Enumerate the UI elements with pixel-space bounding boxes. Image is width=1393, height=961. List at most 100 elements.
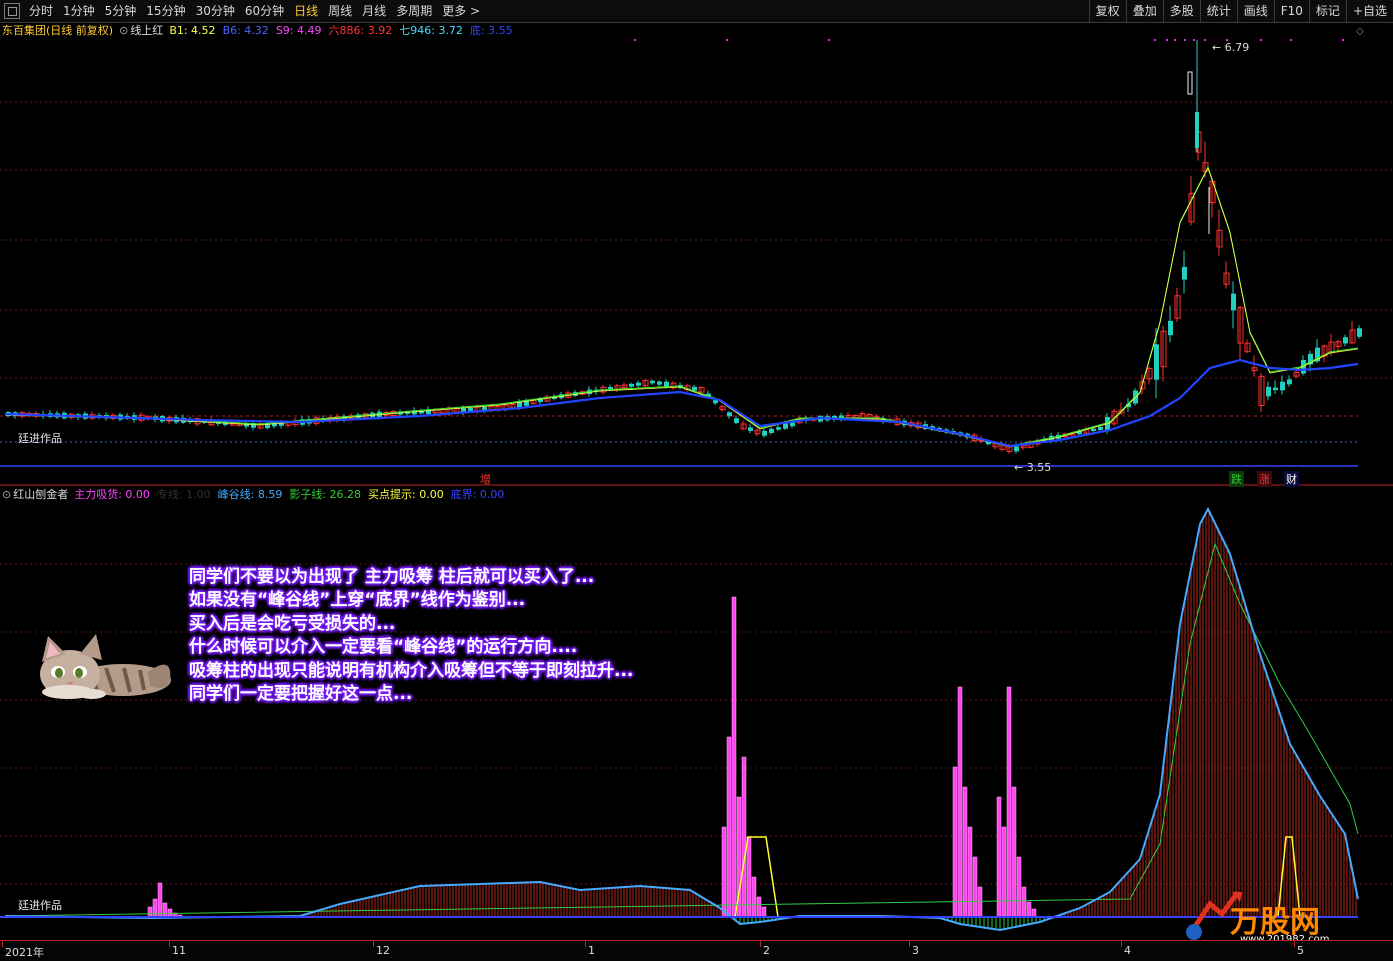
accum-bar — [1006, 686, 1012, 918]
price-chart[interactable]: ← 6.79 ← 3.55 ◇ — [0, 22, 1393, 487]
axis-label-6: 4 — [1124, 944, 1131, 957]
accum-bar — [162, 902, 168, 918]
axis-label-0: 2021年 — [5, 946, 44, 959]
period-tab-1[interactable]: 1分钟 — [58, 0, 100, 22]
scroll-up-icon: ◇ — [1356, 26, 1364, 37]
signal-dot — [1166, 39, 1168, 41]
period-tab-5[interactable]: 60分钟 — [240, 0, 289, 22]
accum-bar — [1026, 901, 1032, 918]
accum-bar — [967, 826, 973, 918]
annotation-line-1: 如果没有“峰谷线”上穿“底界”线作为鉴别... — [189, 590, 526, 611]
high-price-label: ← 6.79 — [1212, 41, 1249, 54]
annotation-line-5: 同学们一定要把握好这一点... — [189, 684, 413, 705]
toolbar-button-3[interactable]: 统计 — [1199, 0, 1237, 22]
candle-body — [1182, 266, 1187, 280]
signal-dot — [726, 39, 728, 41]
accum-bar — [721, 826, 727, 918]
candle-body — [1014, 446, 1019, 452]
accum-bar — [977, 886, 983, 918]
marker-die: 跌 — [1229, 471, 1244, 487]
spike-body — [1195, 112, 1199, 148]
candle-body — [1287, 379, 1292, 385]
cat-illustration — [40, 634, 171, 699]
marker-zhang: 涨 — [1257, 471, 1272, 487]
sub-indicator-name[interactable]: 红山刨金者 — [13, 486, 68, 504]
sub-legend-3: 影子线: 26.28 — [289, 488, 362, 501]
spike-top-candle — [1187, 71, 1193, 95]
toolbar-button-0[interactable]: 复权 — [1088, 0, 1126, 22]
candle-body — [657, 381, 662, 385]
accum-bar — [1021, 886, 1027, 918]
period-tab-2[interactable]: 5分钟 — [100, 0, 142, 22]
sub-legend-5: 底界: 0.00 — [450, 488, 505, 501]
candle-body — [1154, 344, 1159, 380]
toolbar-button-1[interactable]: 叠加 — [1125, 0, 1163, 22]
sub-legend-4: 买点提示: 0.00 — [368, 488, 444, 501]
sub-legend-1: 专线: 1.00 — [156, 488, 211, 501]
site-logo: 万股网 www.201982.com — [1180, 890, 1370, 945]
period-tab-9[interactable]: 多周期 — [391, 0, 437, 22]
candle-body — [1280, 381, 1285, 391]
period-tab-4[interactable]: 30分钟 — [191, 0, 240, 22]
accum-bar — [1031, 908, 1037, 918]
period-tab-0[interactable]: 分时 — [24, 0, 58, 22]
candle-body — [1168, 320, 1173, 336]
period-tab-6[interactable]: 日线 — [289, 0, 323, 22]
candle-body — [713, 400, 718, 404]
marker-cai: 财 — [1284, 471, 1299, 487]
accum-bar — [962, 786, 968, 918]
candle-body — [734, 418, 739, 423]
accum-bar — [1016, 856, 1022, 918]
axis-label-3: 1 — [588, 944, 595, 957]
candle-body — [664, 381, 669, 387]
candle-body — [636, 382, 641, 386]
period-tab-7[interactable]: 周线 — [323, 0, 357, 22]
sub-panel-header: ⊙ 红山刨金者 主力吸货: 0.00 专线: 1.00 峰谷线: 8.59 影子线: … — [2, 486, 517, 504]
accum-bar — [756, 896, 762, 918]
annotation-text: 同学们不要以为出现了 主力吸筹 柱后就可以买入了... 如果没有“峰谷线”上穿“底… — [189, 566, 633, 706]
candle-body — [1231, 293, 1236, 311]
signal-dot — [1204, 39, 1206, 41]
toolbar-button-5[interactable]: F10 — [1273, 0, 1309, 22]
sub-expand-icon[interactable]: ⊙ — [2, 486, 11, 504]
signal-dot — [1342, 39, 1344, 41]
low-price-label: ← 3.55 — [1014, 461, 1051, 474]
toolbar-button-2[interactable]: 多股 — [1162, 0, 1200, 22]
candle-body — [1273, 387, 1278, 391]
accum-bar — [1011, 786, 1017, 918]
accum-bar — [741, 756, 747, 918]
candle-body — [650, 380, 655, 384]
period-tab-8[interactable]: 月线 — [357, 0, 391, 22]
annotation-line-4: 吸筹柱的出现只能说明有机构介入吸筹但不等于即刻拉升... — [189, 660, 634, 681]
signal-dot — [1260, 39, 1262, 41]
candle-body — [769, 428, 774, 433]
accum-bar — [731, 596, 737, 918]
signal-dot — [634, 39, 636, 41]
signal-dot — [1290, 39, 1292, 41]
accum-bar — [972, 856, 978, 918]
candle-body — [748, 427, 753, 431]
ma-yellow-line — [4, 166, 1359, 448]
accum-bar — [751, 876, 757, 918]
period-tab-3[interactable]: 15分钟 — [141, 0, 190, 22]
toolbar-button-4[interactable]: 画线 — [1236, 0, 1274, 22]
annotation-line-2: 买入后是会吃亏受损失的... — [189, 613, 396, 634]
accum-bar — [147, 906, 153, 918]
toolbar-button-6[interactable]: 标记 — [1308, 0, 1346, 22]
candle-body — [727, 412, 732, 417]
accum-bar — [1001, 826, 1007, 918]
window-icon[interactable] — [4, 3, 20, 19]
axis-label-7: 5 — [1297, 944, 1304, 957]
candle-body — [629, 383, 634, 387]
axis-label-1: 11 — [172, 944, 186, 957]
period-tab-10[interactable]: 更多 > — [437, 0, 485, 22]
annotation-line-0: 同学们不要以为出现了 主力吸筹 柱后就可以买入了... — [189, 567, 595, 587]
accum-bar — [957, 686, 963, 918]
period-toolbar: 分时 1分钟 5分钟 15分钟 30分钟 60分钟 日线 周线 月线 多周期 更多 > 复权 叠加 多股… — [0, 0, 1393, 23]
toolbar-button-7[interactable]: +自选 — [1345, 0, 1393, 22]
sub-legend-0: 主力吸货: 0.00 — [74, 488, 150, 501]
main-watermark: 廷进作品 — [18, 432, 62, 445]
candle-body — [1098, 426, 1103, 430]
accum-bar — [761, 906, 767, 918]
candle-body — [1357, 328, 1362, 337]
